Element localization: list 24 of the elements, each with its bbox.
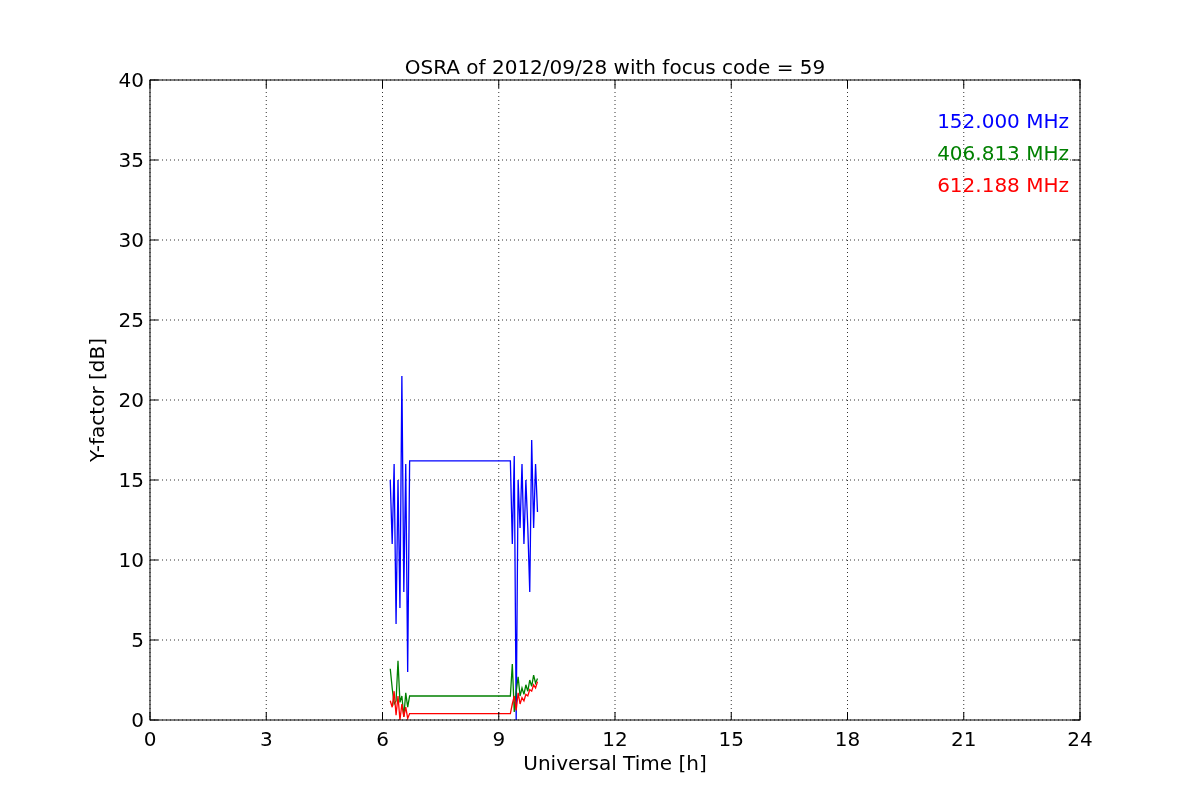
x-tick-label: 6 xyxy=(376,727,389,751)
x-tick-label: 15 xyxy=(718,727,744,751)
y-tick-label: 10 xyxy=(118,548,144,572)
x-tick-label: 0 xyxy=(143,727,157,751)
y-tick-label: 25 xyxy=(118,308,144,332)
legend-label: 406.813 MHz xyxy=(937,141,1069,165)
x-tick-label: 24 xyxy=(1067,727,1093,751)
x-tick-label: 3 xyxy=(259,727,273,751)
x-tick-label: 18 xyxy=(834,727,861,751)
y-tick-label: 15 xyxy=(118,468,144,492)
y-tick-label: 35 xyxy=(118,148,144,172)
x-tick-label: 9 xyxy=(492,727,506,751)
y-tick-label: 20 xyxy=(118,388,144,412)
y-tick-label: 5 xyxy=(131,628,144,652)
y-tick-label: 0 xyxy=(131,708,144,732)
y-axis-label: Y-factor [dB] xyxy=(85,338,109,462)
legend-label: 152.000 MHz xyxy=(937,109,1069,133)
legend-label: 612.188 MHz xyxy=(937,173,1069,197)
chart-title: OSRA of 2012/09/28 with focus code = 59 xyxy=(404,55,826,79)
y-tick-label: 40 xyxy=(118,68,144,92)
x-tick-label: 21 xyxy=(951,727,977,751)
x-axis-label: Universal Time [h] xyxy=(523,751,707,775)
x-tick-label: 12 xyxy=(602,727,628,751)
y-tick-label: 30 xyxy=(118,228,144,252)
